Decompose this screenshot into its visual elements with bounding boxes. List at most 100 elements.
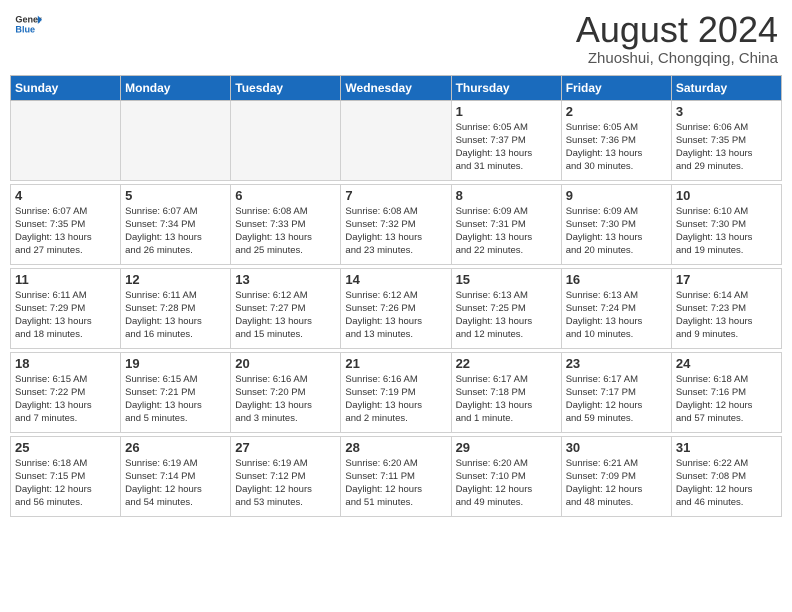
day-info: Sunrise: 6:22 AM Sunset: 7:08 PM Dayligh… <box>676 457 777 510</box>
day-info: Sunrise: 6:11 AM Sunset: 7:29 PM Dayligh… <box>15 289 116 342</box>
day-info: Sunrise: 6:12 AM Sunset: 7:26 PM Dayligh… <box>345 289 446 342</box>
calendar-week-1: 4 Sunrise: 6:07 AM Sunset: 7:35 PM Daylig… <box>11 184 782 264</box>
day-info: Sunrise: 6:09 AM Sunset: 7:30 PM Dayligh… <box>566 205 667 258</box>
day-info: Sunrise: 6:21 AM Sunset: 7:09 PM Dayligh… <box>566 457 667 510</box>
calendar-cell: 12Sunrise: 6:11 AM Sunset: 7:28 PM Dayli… <box>121 268 231 348</box>
day-number: 12 <box>125 272 226 287</box>
day-number: 27 <box>235 440 336 455</box>
col-tuesday: Tuesday <box>231 75 341 100</box>
header-row: Sunday Monday Tuesday Wednesday Thursday… <box>11 75 782 100</box>
calendar-cell: 16Sunrise: 6:13 AM Sunset: 7:24 PM Dayli… <box>561 268 671 348</box>
day-number: 9 <box>566 188 667 203</box>
day-number: 21 <box>345 356 446 371</box>
day-info: Sunrise: 6:09 AM Sunset: 7:31 PM Dayligh… <box>456 205 557 258</box>
calendar-week-2: 11Sunrise: 6:11 AM Sunset: 7:29 PM Dayli… <box>11 268 782 348</box>
location-subtitle: Zhuoshui, Chongqing, China <box>576 50 778 67</box>
calendar-cell: 29 Sunrise: 6:20 AM Sunset: 7:10 PM Dayli… <box>451 436 561 516</box>
day-number: 22 <box>456 356 557 371</box>
day-number: 28 <box>345 440 446 455</box>
day-number: 23 <box>566 356 667 371</box>
calendar-cell: 14 Sunrise: 6:12 AM Sunset: 7:26 PM Dayli… <box>341 268 451 348</box>
calendar-cell: 23 Sunrise: 6:17 AM Sunset: 7:17 PM Dayli… <box>561 352 671 432</box>
calendar-week-4: 25 Sunrise: 6:18 AM Sunset: 7:15 PM Dayli… <box>11 436 782 516</box>
day-number: 18 <box>15 356 116 371</box>
day-number: 31 <box>676 440 777 455</box>
day-number: 2 <box>566 104 667 119</box>
calendar-cell: 11Sunrise: 6:11 AM Sunset: 7:29 PM Dayli… <box>11 268 121 348</box>
calendar-cell: 1 Sunrise: 6:05 AM Sunset: 7:37 PM Daylig… <box>451 100 561 180</box>
calendar-cell: 26 Sunrise: 6:19 AM Sunset: 7:14 PM Dayli… <box>121 436 231 516</box>
day-number: 6 <box>235 188 336 203</box>
col-friday: Friday <box>561 75 671 100</box>
day-info: Sunrise: 6:15 AM Sunset: 7:21 PM Dayligh… <box>125 373 226 426</box>
day-number: 17 <box>676 272 777 287</box>
calendar-cell: 15Sunrise: 6:13 AM Sunset: 7:25 PM Dayli… <box>451 268 561 348</box>
day-number: 19 <box>125 356 226 371</box>
calendar-cell: 13 Sunrise: 6:12 AM Sunset: 7:27 PM Dayli… <box>231 268 341 348</box>
day-info: Sunrise: 6:20 AM Sunset: 7:10 PM Dayligh… <box>456 457 557 510</box>
calendar-cell <box>121 100 231 180</box>
calendar-cell: 19 Sunrise: 6:15 AM Sunset: 7:21 PM Dayli… <box>121 352 231 432</box>
month-title: August 2024 <box>576 10 778 50</box>
col-saturday: Saturday <box>671 75 781 100</box>
day-number: 13 <box>235 272 336 287</box>
day-info: Sunrise: 6:19 AM Sunset: 7:14 PM Dayligh… <box>125 457 226 510</box>
day-number: 15 <box>456 272 557 287</box>
calendar-cell: 28 Sunrise: 6:20 AM Sunset: 7:11 PM Dayli… <box>341 436 451 516</box>
day-number: 7 <box>345 188 446 203</box>
day-info: Sunrise: 6:17 AM Sunset: 7:18 PM Dayligh… <box>456 373 557 426</box>
day-info: Sunrise: 6:18 AM Sunset: 7:15 PM Dayligh… <box>15 457 116 510</box>
calendar-cell: 30 Sunrise: 6:21 AM Sunset: 7:09 PM Dayli… <box>561 436 671 516</box>
day-info: Sunrise: 6:06 AM Sunset: 7:35 PM Dayligh… <box>676 121 777 174</box>
day-number: 8 <box>456 188 557 203</box>
calendar-cell: 7Sunrise: 6:08 AM Sunset: 7:32 PM Daylig… <box>341 184 451 264</box>
day-number: 4 <box>15 188 116 203</box>
calendar-week-0: 1 Sunrise: 6:05 AM Sunset: 7:37 PM Daylig… <box>11 100 782 180</box>
day-number: 3 <box>676 104 777 119</box>
day-info: Sunrise: 6:16 AM Sunset: 7:20 PM Dayligh… <box>235 373 336 426</box>
logo-icon: General Blue <box>14 10 42 38</box>
calendar-cell: 10 Sunrise: 6:10 AM Sunset: 7:30 PM Dayli… <box>671 184 781 264</box>
calendar-cell: 21 Sunrise: 6:16 AM Sunset: 7:19 PM Dayli… <box>341 352 451 432</box>
day-number: 25 <box>15 440 116 455</box>
day-info: Sunrise: 6:05 AM Sunset: 7:36 PM Dayligh… <box>566 121 667 174</box>
day-number: 26 <box>125 440 226 455</box>
page-header: General Blue August 2024 Zhuoshui, Chong… <box>10 10 782 67</box>
day-info: Sunrise: 6:14 AM Sunset: 7:23 PM Dayligh… <box>676 289 777 342</box>
day-info: Sunrise: 6:10 AM Sunset: 7:30 PM Dayligh… <box>676 205 777 258</box>
day-number: 24 <box>676 356 777 371</box>
calendar-cell: 2 Sunrise: 6:05 AM Sunset: 7:36 PM Daylig… <box>561 100 671 180</box>
day-info: Sunrise: 6:08 AM Sunset: 7:33 PM Dayligh… <box>235 205 336 258</box>
calendar-cell: 9 Sunrise: 6:09 AM Sunset: 7:30 PM Daylig… <box>561 184 671 264</box>
calendar-cell: 20 Sunrise: 6:16 AM Sunset: 7:20 PM Dayli… <box>231 352 341 432</box>
calendar-cell: 5Sunrise: 6:07 AM Sunset: 7:34 PM Daylig… <box>121 184 231 264</box>
day-info: Sunrise: 6:16 AM Sunset: 7:19 PM Dayligh… <box>345 373 446 426</box>
day-info: Sunrise: 6:19 AM Sunset: 7:12 PM Dayligh… <box>235 457 336 510</box>
day-number: 14 <box>345 272 446 287</box>
calendar-cell: 8 Sunrise: 6:09 AM Sunset: 7:31 PM Daylig… <box>451 184 561 264</box>
col-sunday: Sunday <box>11 75 121 100</box>
col-thursday: Thursday <box>451 75 561 100</box>
calendar-cell: 17 Sunrise: 6:14 AM Sunset: 7:23 PM Dayli… <box>671 268 781 348</box>
day-info: Sunrise: 6:20 AM Sunset: 7:11 PM Dayligh… <box>345 457 446 510</box>
day-info: Sunrise: 6:07 AM Sunset: 7:35 PM Dayligh… <box>15 205 116 258</box>
day-number: 10 <box>676 188 777 203</box>
day-number: 20 <box>235 356 336 371</box>
calendar-cell: 31 Sunrise: 6:22 AM Sunset: 7:08 PM Dayli… <box>671 436 781 516</box>
day-number: 1 <box>456 104 557 119</box>
day-info: Sunrise: 6:13 AM Sunset: 7:24 PM Dayligh… <box>566 289 667 342</box>
day-number: 29 <box>456 440 557 455</box>
calendar-cell: 24Sunrise: 6:18 AM Sunset: 7:16 PM Dayli… <box>671 352 781 432</box>
day-info: Sunrise: 6:05 AM Sunset: 7:37 PM Dayligh… <box>456 121 557 174</box>
logo: General Blue <box>14 10 42 38</box>
col-wednesday: Wednesday <box>341 75 451 100</box>
calendar-cell: 6 Sunrise: 6:08 AM Sunset: 7:33 PM Daylig… <box>231 184 341 264</box>
calendar-cell <box>231 100 341 180</box>
day-info: Sunrise: 6:15 AM Sunset: 7:22 PM Dayligh… <box>15 373 116 426</box>
day-number: 30 <box>566 440 667 455</box>
calendar-cell: 3 Sunrise: 6:06 AM Sunset: 7:35 PM Daylig… <box>671 100 781 180</box>
day-info: Sunrise: 6:12 AM Sunset: 7:27 PM Dayligh… <box>235 289 336 342</box>
calendar-cell: 4 Sunrise: 6:07 AM Sunset: 7:35 PM Daylig… <box>11 184 121 264</box>
calendar-cell: 18 Sunrise: 6:15 AM Sunset: 7:22 PM Dayli… <box>11 352 121 432</box>
day-info: Sunrise: 6:17 AM Sunset: 7:17 PM Dayligh… <box>566 373 667 426</box>
